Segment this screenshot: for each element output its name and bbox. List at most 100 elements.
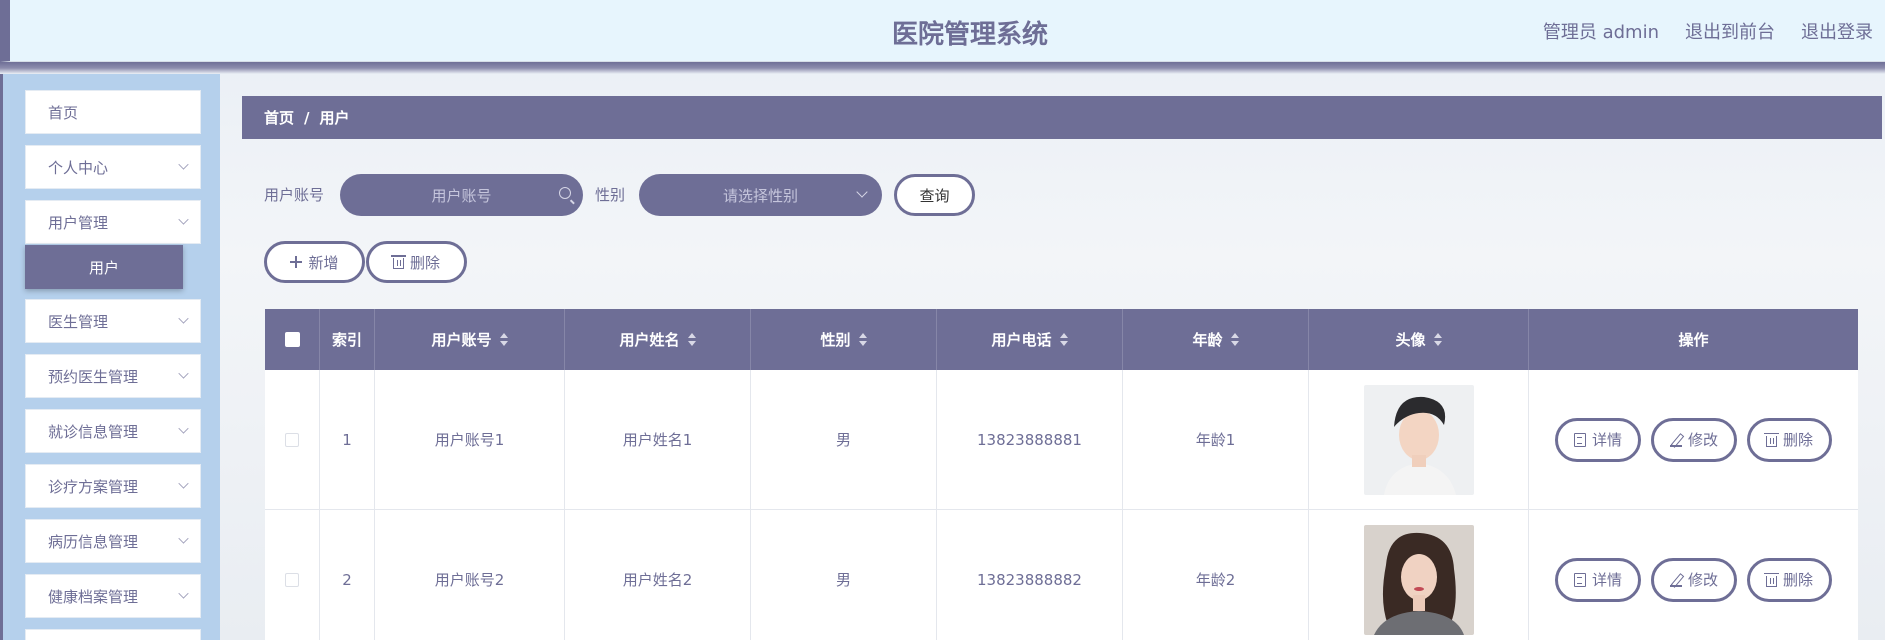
add-button-label: 新增 [308,253,339,272]
delete-button[interactable]: 删除 [1747,557,1833,602]
sidebar-item-user-management[interactable]: 用户管理 [25,200,201,244]
sidebar-item-visit-info-management[interactable]: 就诊信息管理 [25,409,201,453]
back-to-frontend-link[interactable]: 退出到前台 [1685,18,1775,44]
column-header-label: 性别 [820,331,851,349]
name-cell: 用户姓名2 [565,510,751,640]
column-header-label: 操作 [1678,331,1709,349]
chevron-down-icon [178,533,189,544]
column-header-actions: 操作 [1529,309,1858,370]
column-header-name[interactable]: 用户姓名 [565,309,751,370]
detail-button[interactable]: 详情 [1554,557,1641,602]
bulk-delete-button[interactable]: 删除 [366,241,467,283]
sidebar-item-medical-record-management[interactable]: 病历信息管理 [25,519,201,563]
table-header-row: 索引 用户账号 用户姓名 性别 用户电话 年龄 头像 操作 [265,309,1858,370]
top-header: 医院管理系统 管理员 admin 退出到前台 退出登录 [0,0,1885,62]
sidebar-subitem-users[interactable]: 用户 [25,245,183,289]
account-cell: 用户账号1 [375,370,565,509]
column-header-label: 年龄 [1192,331,1223,349]
sort-icon[interactable] [858,333,867,346]
chevron-down-icon [178,214,189,225]
trash-icon [390,255,406,269]
logout-link[interactable]: 退出登录 [1801,18,1873,44]
edit-icon [1669,573,1682,587]
sidebar-item-personal-center[interactable]: 个人中心 [25,145,201,189]
account-search-input[interactable]: 用户账号 [340,174,583,216]
sort-icon[interactable] [1230,333,1239,346]
breadcrumb-separator: / [304,108,310,127]
chevron-down-icon [178,368,189,379]
sort-icon[interactable] [499,333,508,346]
column-header-index: 索引 [320,309,375,370]
age-cell: 年龄2 [1123,510,1309,640]
sidebar-item-treatment-plan-management[interactable]: 诊疗方案管理 [25,464,201,508]
edit-button[interactable]: 修改 [1650,557,1737,602]
gender-cell: 男 [751,370,937,509]
gender-label: 性别 [595,186,626,204]
delete-button-label: 删除 [1783,571,1814,589]
sidebar-item-label: 医生管理 [48,312,109,331]
name-cell: 用户姓名1 [565,370,751,509]
trash-icon [1764,432,1779,447]
chevron-down-icon [178,159,189,170]
plus-icon [290,255,303,269]
phone-cell: 13823888882 [937,510,1123,640]
sidebar-item-doctor-management[interactable]: 医生管理 [25,299,201,343]
avatar-cell [1309,510,1529,640]
column-header-gender[interactable]: 性别 [751,309,937,370]
index-cell: 2 [320,510,375,640]
sort-icon[interactable] [1433,333,1442,346]
search-icon [559,187,571,199]
column-header-phone[interactable]: 用户电话 [937,309,1123,370]
sidebar-item-label: 预约医生管理 [48,367,139,386]
column-header-label: 用户姓名 [619,331,680,349]
sidebar-item-more[interactable] [25,629,201,640]
select-all-cell [265,309,320,370]
edit-icon [1669,433,1682,447]
sidebar-item-label: 病历信息管理 [48,532,139,551]
chevron-down-icon [856,186,868,198]
add-button[interactable]: 新增 [264,241,365,283]
header-divider [0,62,1885,74]
column-header-account[interactable]: 用户账号 [375,309,565,370]
query-button[interactable]: 查询 [894,174,975,216]
sidebar-item-appointment-management[interactable]: 预约医生管理 [25,354,201,398]
index-cell: 1 [320,370,375,509]
row-checkbox[interactable] [285,432,299,447]
avatar-cell [1309,370,1529,509]
sidebar-item-label: 用户管理 [48,213,109,232]
row-checkbox[interactable] [285,572,299,587]
phone-cell: 13823888881 [937,370,1123,509]
account-cell: 用户账号2 [375,510,565,640]
avatar [1363,384,1474,495]
document-icon [1573,572,1586,587]
sort-icon[interactable] [1059,333,1068,346]
sidebar-item-health-archive-management[interactable]: 健康档案管理 [25,574,201,618]
breadcrumb-current: 用户 [319,109,350,127]
gender-select[interactable]: 请选择性别 [639,174,882,216]
row-select-cell [265,510,320,640]
actions-cell: 详情 修改 删除 [1529,370,1858,509]
column-header-avatar[interactable]: 头像 [1309,309,1529,370]
sidebar-item-home[interactable]: 首页 [25,90,201,134]
delete-button-label: 删除 [1783,431,1814,449]
user-table: 索引 用户账号 用户姓名 性别 用户电话 年龄 头像 操作 1 用户账号1 用户… [265,309,1858,640]
chevron-down-icon [178,423,189,434]
sidebar-item-label: 首页 [48,103,79,122]
header-links: 管理员 admin 退出到前台 退出登录 [1543,18,1873,44]
sort-icon[interactable] [687,333,696,346]
column-header-age[interactable]: 年龄 [1123,309,1309,370]
table-row: 2 用户账号2 用户姓名2 男 13823888882 年龄2 详情 修改 删除 [265,510,1858,640]
breadcrumb: 首页 / 用户 [242,96,1882,139]
sidebar-item-label: 就诊信息管理 [48,422,139,441]
edit-button[interactable]: 修改 [1650,417,1737,462]
column-header-label: 用户账号 [431,331,492,349]
select-all-checkbox[interactable] [284,332,300,347]
breadcrumb-home[interactable]: 首页 [264,107,294,128]
admin-user-link[interactable]: 管理员 admin [1543,18,1659,44]
delete-button[interactable]: 删除 [1747,417,1833,462]
trash-icon [1764,572,1779,587]
sidebar: 首页 个人中心 用户管理 用户 医生管理 预约医生管理 就诊信息管理 诊疗方案管… [0,74,220,640]
document-icon [1573,432,1586,447]
account-search-placeholder: 用户账号 [431,186,492,205]
detail-button[interactable]: 详情 [1554,417,1641,462]
